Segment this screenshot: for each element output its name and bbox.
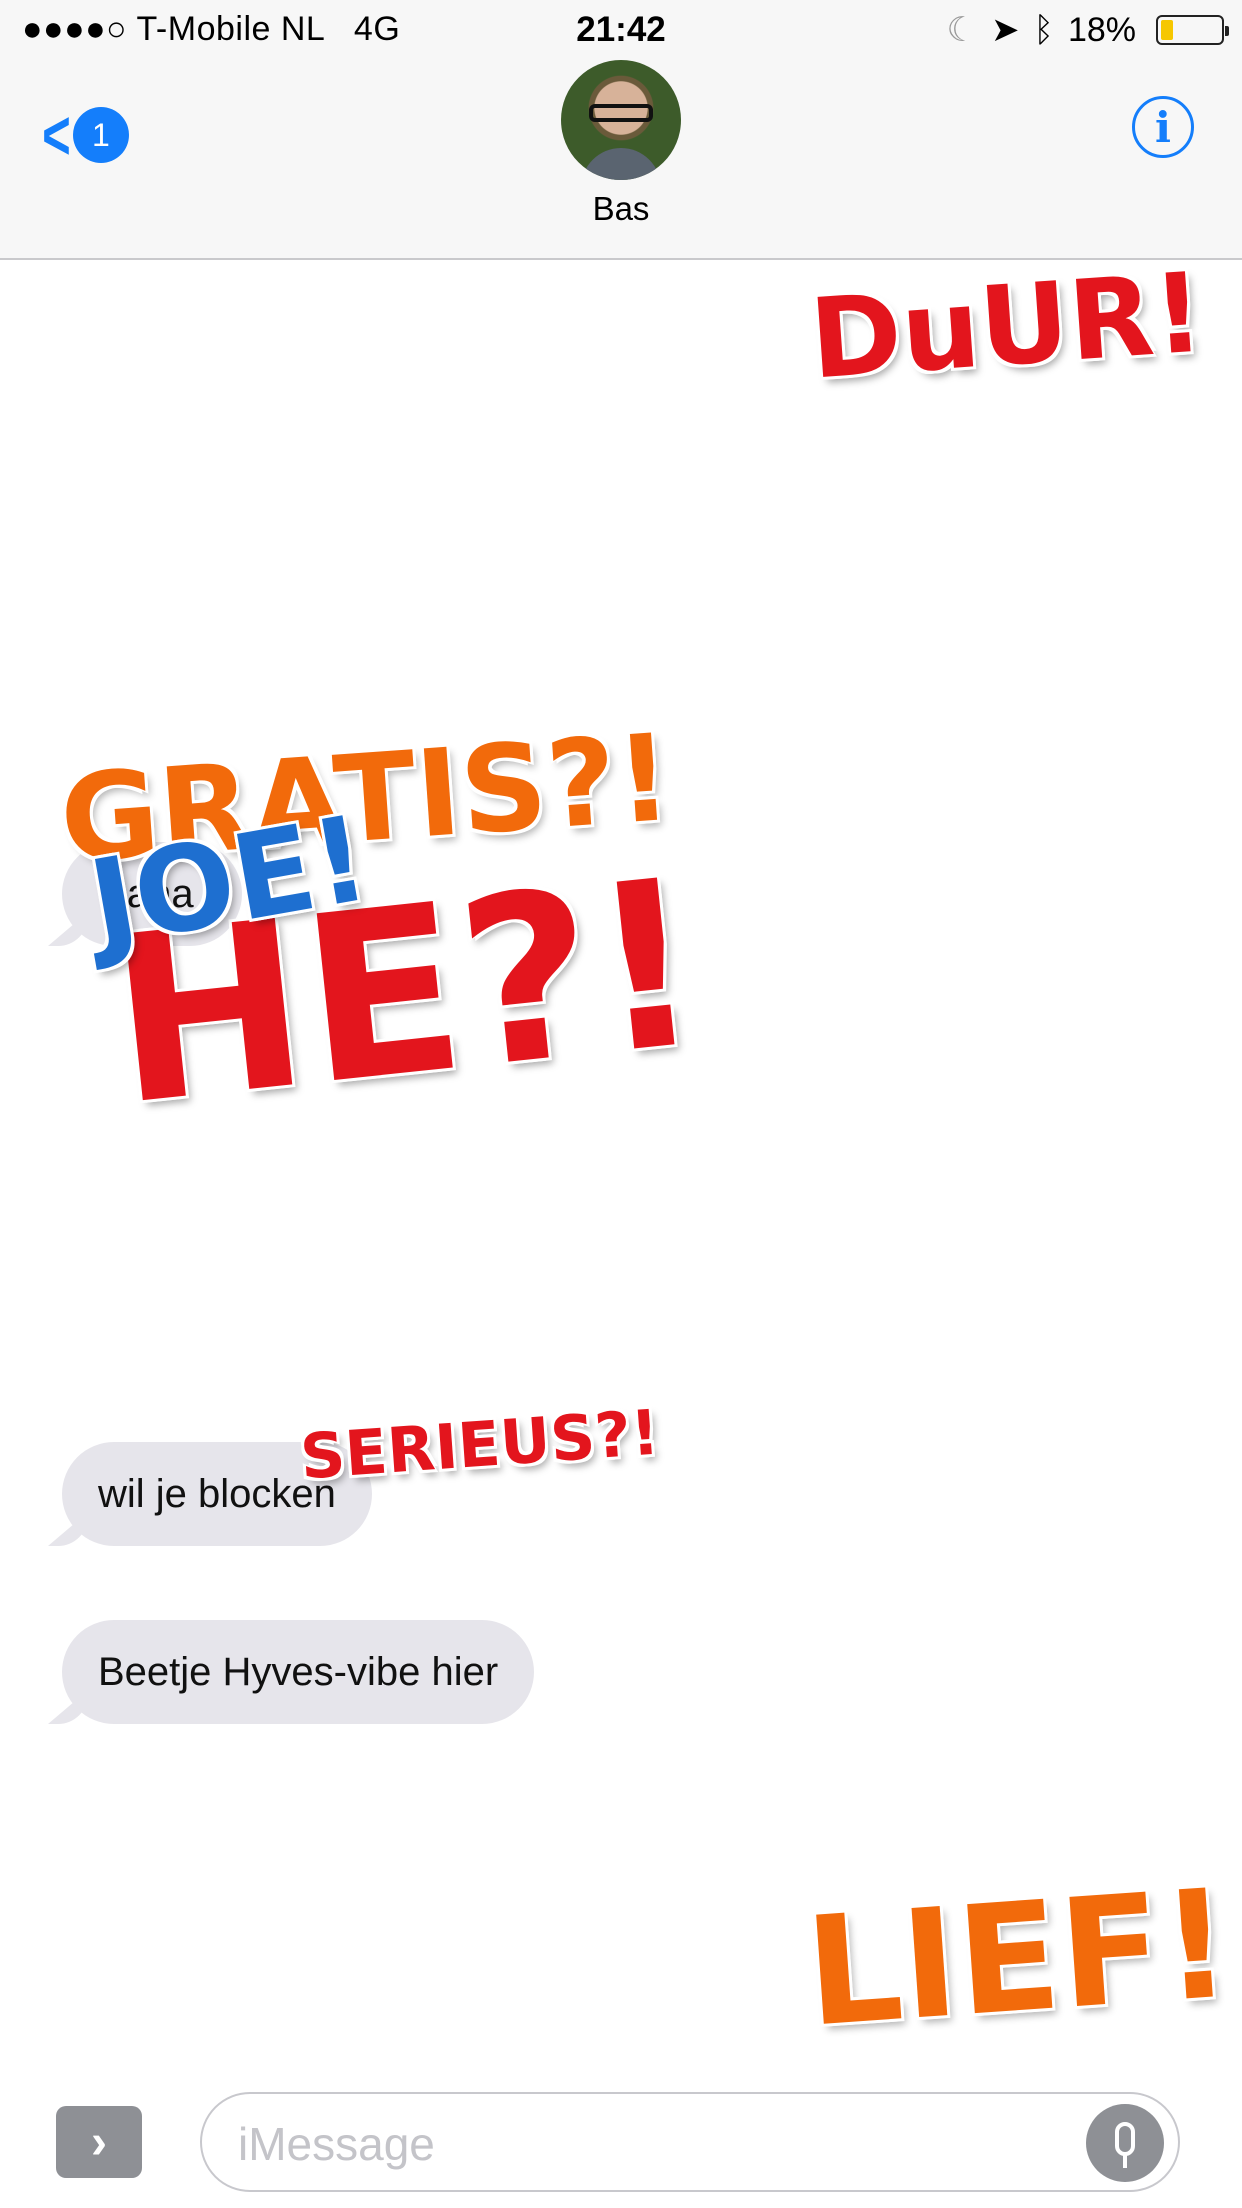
chevron-right-icon: › [91, 2115, 107, 2169]
expand-apps-button[interactable]: › [56, 2106, 142, 2178]
message-bubble[interactable]: Beetje Hyves-vibe hier [48, 1620, 535, 1724]
status-bar: ●●●●○ T-Mobile NL 4G 21:42 ☾ ➤ ᛒ 18% [0, 0, 1242, 62]
microphone-icon [1115, 2122, 1135, 2156]
info-icon[interactable]: i [1132, 96, 1194, 158]
sticker-wel-duur[interactable]: DuUR! [806, 248, 1208, 403]
contact-avatar[interactable] [561, 60, 681, 180]
sticker-serieus[interactable]: SERIEUS?! [298, 1396, 662, 1494]
sticker-lief[interactable]: LIEF! [800, 1857, 1236, 2060]
battery-percentage: 18% [1067, 10, 1136, 49]
microphone-button[interactable] [1086, 2104, 1164, 2182]
chevron-left-icon: < [42, 96, 71, 174]
message-text: Beetje Hyves-vibe hier [98, 1649, 499, 1694]
battery-icon [1156, 15, 1229, 45]
unread-badge: 1 [72, 107, 129, 163]
back-button[interactable]: < 1 [36, 100, 129, 170]
moon-icon: ☾ [946, 11, 978, 49]
message-text: wil je blocken [98, 1471, 336, 1516]
location-arrow-icon: ➤ [991, 11, 1020, 49]
bluetooth-icon: ᛒ [1033, 10, 1054, 49]
contact-name[interactable]: Bas [0, 190, 1242, 228]
imessage-input[interactable] [236, 2114, 1060, 2174]
imessage-field-container [200, 2092, 1180, 2192]
